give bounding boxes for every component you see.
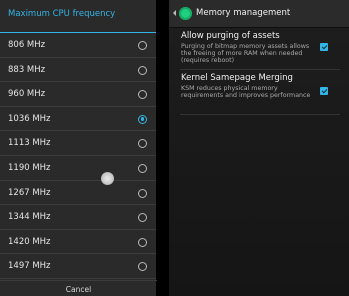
option-label: 1420 MHz <box>8 236 51 247</box>
option-label: 960 MHz <box>8 89 46 100</box>
touch-indicator-icon <box>101 172 114 185</box>
checkbox-checked-icon[interactable] <box>320 87 328 95</box>
option-960[interactable]: 960 MHz <box>0 82 156 107</box>
radio-button-icon[interactable] <box>138 188 147 198</box>
radio-button-checked-icon[interactable] <box>138 114 147 124</box>
radio-button-icon[interactable] <box>138 262 147 272</box>
cancel-button[interactable]: Cancel <box>0 280 157 296</box>
dialog-title: Maximum CPU frequency <box>0 0 156 33</box>
checkbox-checked-icon[interactable] <box>320 43 328 51</box>
radio-button-icon[interactable] <box>138 90 147 100</box>
action-bar: Memory management <box>169 0 349 28</box>
pref-summary: Purging of bitmap memory assets allows t… <box>181 43 310 65</box>
option-label: 1036 MHz <box>8 113 51 124</box>
option-label: 883 MHz <box>8 64 46 75</box>
option-label: 1497 MHz <box>8 261 51 272</box>
cpu-frequency-dialog: Maximum CPU frequency 806 MHz 883 MHz 96… <box>0 0 157 296</box>
option-1036[interactable]: 1036 MHz <box>0 107 156 132</box>
pref-kernel-samepage-merging[interactable]: Kernel Samepage Merging KSM reduces phys… <box>169 73 349 113</box>
radio-button-icon[interactable] <box>138 65 147 75</box>
option-label: 1344 MHz <box>8 212 51 223</box>
pref-title: Allow purging of assets <box>181 31 280 41</box>
divider <box>180 114 340 115</box>
option-label: 1190 MHz <box>8 162 51 173</box>
radio-button-icon[interactable] <box>138 163 147 173</box>
option-1497[interactable]: 1497 MHz <box>0 254 156 279</box>
option-label: 1267 MHz <box>8 187 51 198</box>
option-1420[interactable]: 1420 MHz <box>0 230 156 255</box>
page-title: Memory management <box>196 8 291 18</box>
pref-title: Kernel Samepage Merging <box>181 73 293 83</box>
option-1344[interactable]: 1344 MHz <box>0 205 156 230</box>
pref-summary: KSM reduces physical memory requirements… <box>181 85 311 100</box>
option-1267[interactable]: 1267 MHz <box>0 181 156 206</box>
back-caret-icon[interactable] <box>173 10 176 16</box>
divider <box>180 69 340 70</box>
option-1113[interactable]: 1113 MHz <box>0 131 156 156</box>
option-label: 1113 MHz <box>8 138 51 149</box>
pref-allow-purging[interactable]: Allow purging of assets Purging of bitma… <box>169 31 349 69</box>
app-logo-icon[interactable] <box>179 7 192 20</box>
option-label: 806 MHz <box>8 40 46 50</box>
radio-button-icon[interactable] <box>138 41 147 50</box>
option-1190[interactable]: 1190 MHz <box>0 156 156 181</box>
option-883[interactable]: 883 MHz <box>0 58 156 83</box>
memory-management-screen: Memory management Allow purging of asset… <box>169 0 349 296</box>
radio-button-icon[interactable] <box>138 139 147 149</box>
radio-button-icon[interactable] <box>138 213 147 223</box>
radio-button-icon[interactable] <box>138 237 147 247</box>
option-806[interactable]: 806 MHz <box>0 33 156 58</box>
